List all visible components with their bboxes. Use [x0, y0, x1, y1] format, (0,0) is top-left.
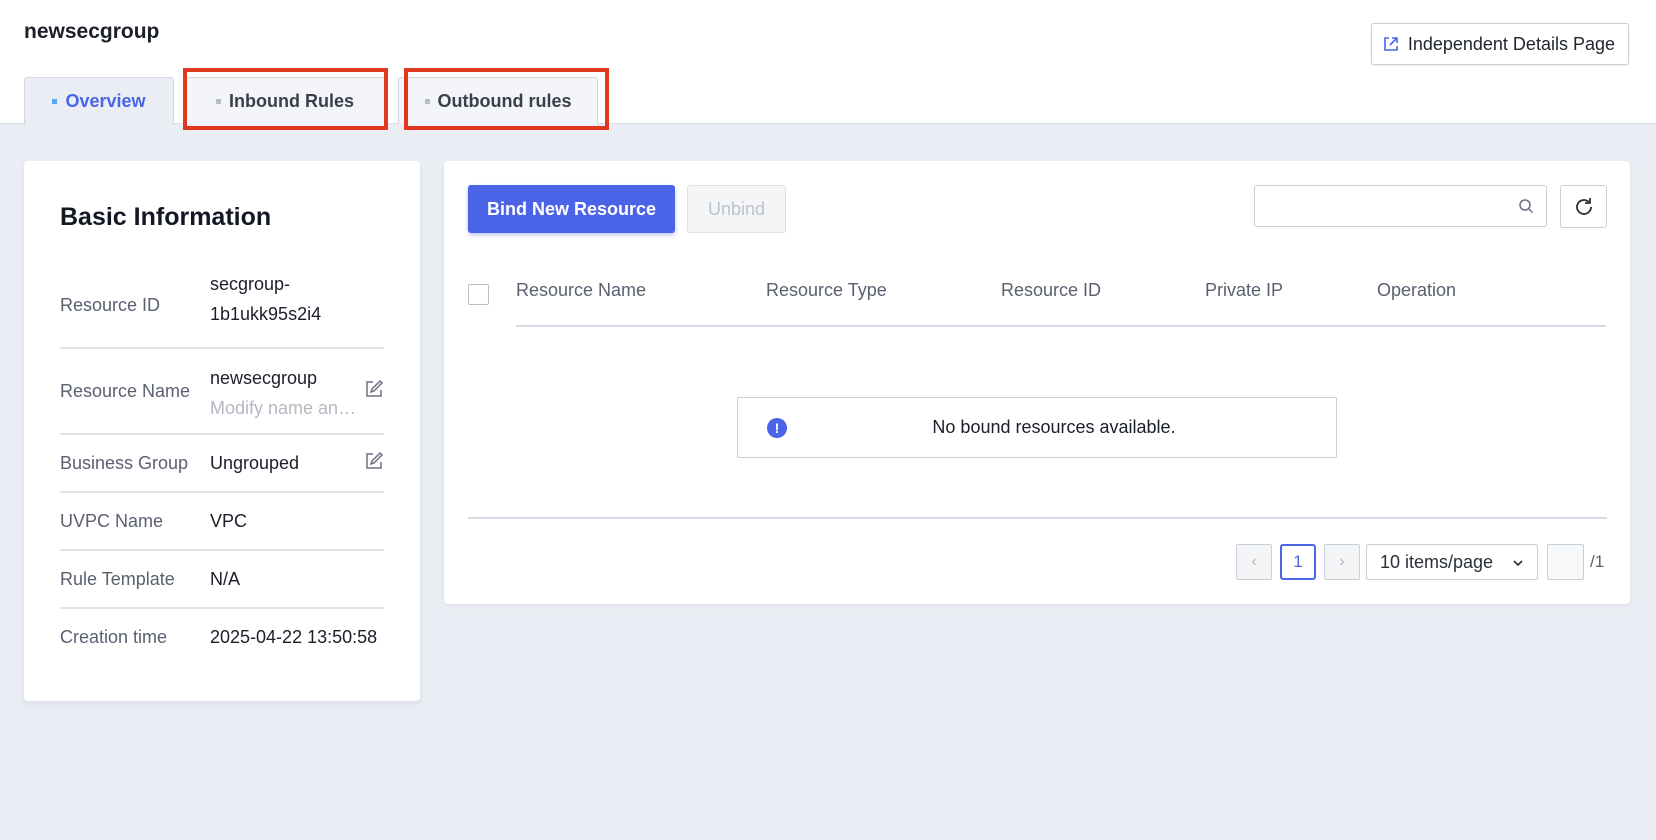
empty-state-text: No bound resources available.: [932, 417, 1176, 437]
column-header-operation: Operation: [1377, 280, 1457, 300]
tab-label: Inbound Rules: [229, 90, 354, 111]
edit-icon[interactable]: [364, 451, 384, 471]
tab-dot-icon: [52, 99, 58, 104]
page-header: newsecgroup Independent Details Page Ove…: [0, 0, 1656, 125]
external-link-icon: [1384, 37, 1398, 51]
info-value: Ungrouped: [210, 453, 300, 473]
page-number-current[interactable]: 1: [1280, 544, 1316, 580]
tab-inbound-rules[interactable]: Inbound Rules: [185, 77, 385, 124]
column-header-resource-type[interactable]: Resource Type: [766, 265, 887, 315]
info-value: VPC: [210, 511, 248, 531]
prev-page-button[interactable]: ‹: [1236, 544, 1272, 580]
chevron-down-icon: [1513, 560, 1523, 567]
independent-details-button[interactable]: Independent Details Page: [1370, 23, 1629, 65]
basic-info-card: Basic Information Resource ID secgroup- …: [24, 161, 420, 701]
column-header-resource-id[interactable]: Resource ID: [1001, 265, 1101, 315]
unbind-button[interactable]: Unbind: [687, 185, 786, 233]
table-header: Resource Name Resource Type Resource ID …: [516, 265, 1606, 327]
tab-dot-icon: [216, 98, 221, 104]
info-label: Business Group: [60, 453, 189, 473]
resource-name-value: newsecgroup: [210, 368, 318, 388]
page-size-value: 10 items/page: [1380, 551, 1494, 572]
column-header-resource-name[interactable]: Resource Name: [516, 265, 646, 315]
page-jump-input[interactable]: [1547, 544, 1584, 580]
empty-state: ! No bound resources available.: [737, 397, 1337, 458]
resource-remark-placeholder: Modify name and remark: [210, 398, 360, 418]
select-all-checkbox[interactable]: [468, 284, 489, 305]
info-row-uvpc-name: UVPC Name VPC: [60, 493, 384, 551]
table-divider: [468, 517, 1607, 519]
info-row-resource-id: Resource ID secgroup- 1b1ukk95s2i4: [60, 273, 384, 349]
search-box: [1254, 185, 1547, 227]
page-total: /1: [1590, 552, 1605, 571]
info-label: UVPC Name: [60, 511, 164, 531]
column-header-private-ip[interactable]: Private IP: [1205, 265, 1283, 315]
page-size-select[interactable]: 10 items/page: [1366, 544, 1538, 580]
bind-new-resource-button[interactable]: Bind New Resource: [468, 185, 675, 233]
info-row-creation-time: Creation time 2025-04-22 13:50:58: [60, 609, 384, 667]
edit-icon[interactable]: [364, 379, 384, 399]
refresh-button[interactable]: [1560, 185, 1607, 228]
search-input[interactable]: [1255, 186, 1495, 226]
search-icon[interactable]: [1518, 198, 1534, 214]
tab-label: Overview: [65, 91, 146, 111]
info-label: Rule Template: [60, 569, 175, 589]
info-row-resource-name: Resource Name newsecgroup Modify name an…: [60, 349, 384, 435]
info-label: Resource ID: [60, 295, 161, 315]
page-title: newsecgroup: [24, 20, 160, 43]
next-page-button[interactable]: ›: [1324, 544, 1360, 580]
info-label: Creation time: [60, 627, 168, 647]
resource-id-line2: 1b1ukk95s2i4: [210, 304, 322, 324]
refresh-icon: [1575, 197, 1592, 215]
info-value: 2025-04-22 13:50:58: [210, 627, 378, 647]
details-button-label: Independent Details Page: [1407, 33, 1615, 54]
resource-id-line1: secgroup-: [210, 274, 291, 294]
info-value: secgroup- 1b1ukk95s2i4: [210, 269, 321, 329]
tab-overview[interactable]: Overview: [24, 77, 174, 125]
resources-card: Bind New Resource Unbind Resource Name R…: [444, 161, 1630, 604]
tab-outbound-rules[interactable]: Outbound rules: [398, 77, 598, 124]
info-row-rule-template: Rule Template N/A: [60, 551, 384, 609]
basic-info-title: Basic Information: [60, 203, 272, 231]
info-row-business-group: Business Group Ungrouped: [60, 435, 384, 493]
info-value: newsecgroup Modify name and remark: [210, 363, 360, 423]
tab-label: Outbound rules: [437, 90, 572, 111]
tab-dot-icon: [424, 98, 430, 104]
info-label: Resource Name: [60, 381, 191, 401]
info-value: N/A: [210, 569, 241, 589]
